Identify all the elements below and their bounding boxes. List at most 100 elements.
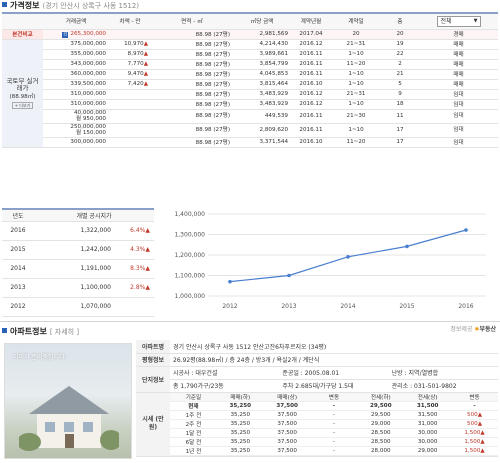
row-day: 1~10 — [331, 79, 381, 90]
apt-builder: 시공사 : 대우건설 — [170, 366, 280, 380]
year-cell: 2016 — [2, 221, 34, 241]
row-area: 88.98 (27평) — [151, 137, 233, 148]
table-row: 339,500,000 7,420▲ 88.98 (27평) 3,815,464… — [2, 79, 498, 90]
year-cell: 2014 — [2, 259, 34, 279]
market-row: 6달 전 35,250 37,500-28,500 30,000 1,500▲ — [170, 437, 498, 447]
header-per-m2: ㎡당 금액 — [233, 12, 291, 30]
apt-name-value: 경기 안산시 상록구 사동 1512 안산고잔6차푸르지오 (34평) — [170, 340, 498, 354]
row-price: 300,000,000 — [43, 137, 109, 148]
source-credit: 정보제공 ✸부동산 — [450, 324, 496, 333]
row-diff — [109, 89, 151, 100]
row-type: 임대 — [419, 123, 498, 138]
up-arrow-icon: ▲ — [143, 51, 148, 57]
row-ym: 2016.10 — [291, 137, 331, 148]
table-row: 250,000,000 월 150,000 88.98 (27평) 2,809,6… — [2, 123, 498, 138]
base-per-m2: 2,981,569 — [233, 29, 291, 40]
value-cell: 1,070,000 — [34, 297, 114, 317]
table-row: 355,000,000 8,970▲ 88.98 (27평) 3,989,661… — [2, 49, 498, 60]
row-ym: 2016.11 — [291, 123, 331, 138]
header-floor: 층 — [381, 12, 419, 30]
chevron-down-icon: ▼ — [473, 17, 478, 24]
data-point — [464, 228, 468, 232]
header-price: 거래금액 — [43, 12, 109, 30]
row-area: 88.98 (27평) — [151, 89, 233, 100]
table-row: 310,000,000 88.98 (27평) 3,483,929 2016.1… — [2, 89, 498, 100]
apt-detail-link[interactable]: [ 자세히 ] — [50, 328, 79, 336]
row-area: 88.98 (27평) — [151, 99, 233, 110]
row-area: 88.98 (27평) — [151, 79, 233, 90]
appraisal-badge: 감 — [62, 31, 69, 38]
table-row: 300,000,000 88.98 (27평) 3,371,544 2016.1… — [2, 137, 498, 148]
apt-name-row: 아파트명 경기 안산시 상록구 사동 1512 안산고잔6차푸르지오 (34평) — [136, 340, 498, 354]
row-type: 매매 — [419, 39, 498, 50]
value-cell: 1,191,000 — [34, 259, 114, 279]
row-diff: 8,970▲ — [109, 49, 151, 60]
row-day: 21~30 — [331, 109, 381, 124]
table-row: 360,000,000 9,470▲ 88.98 (27평) 4,045,853… — [2, 69, 498, 80]
market-row: 1년 전 35,250 37,500-28,000 29,000 1,500▲ — [170, 446, 498, 455]
row-floor: 17 — [381, 137, 419, 148]
molit-area: (88.98㎡) — [9, 93, 36, 100]
row-diff: 9,470▲ — [109, 69, 151, 80]
pct-cell — [114, 297, 154, 317]
price-title-text: 가격정보 — [10, 1, 40, 10]
row-type: 임대 — [419, 89, 498, 100]
mh-sale-change: 변동 — [310, 392, 358, 402]
header-land-price: 개별 공시지가 — [34, 208, 154, 222]
y-tick-label: 1,400,000 — [174, 211, 205, 218]
pct-cell: 4.3%▲ — [114, 240, 154, 260]
header-diff: 차액 - 만 — [109, 12, 151, 30]
mh-date: 기준일 — [170, 392, 217, 402]
row-type: 매매 — [419, 79, 498, 90]
molit-group-cell: 국토부 실거래가 (88.98㎡) + 더보기 — [2, 39, 43, 148]
row-floor: 18 — [381, 99, 419, 110]
row-area: 88.98 (27평) — [151, 69, 233, 80]
row-type: 임대 — [419, 99, 498, 110]
row-per-m2: 3,989,661 — [233, 49, 291, 60]
market-row: 2주 전 35,250 37,500-29,000 31,000 500▲ — [170, 419, 498, 429]
row-day: 21~31 — [331, 89, 381, 100]
land-price-row: 2016 1,322,000 6.4%▲ — [2, 221, 154, 241]
data-point — [346, 255, 350, 259]
type-filter-select[interactable]: 전체 ▼ — [436, 15, 481, 27]
row-ym: 2016.12 — [291, 99, 331, 110]
header-area: 면적 - ㎡ — [151, 12, 233, 30]
row-diff: 7,420▲ — [109, 79, 151, 90]
row-floor: 9 — [381, 89, 419, 100]
base-row-label: 본건비교 — [2, 29, 43, 40]
mh-sale-low: 매매(하) — [216, 392, 264, 402]
row-price: 310,000,000 — [43, 99, 109, 110]
base-type: 경매 — [419, 29, 498, 40]
up-arrow-icon: ▲ — [143, 71, 148, 77]
apt-market-row: 시세 (만원) 기준일 매매(하) 매매(상) 변동 전세(하) 전세(상) 변… — [136, 392, 498, 457]
header-year: 년도 — [2, 208, 34, 222]
up-arrow-icon: ▲ — [480, 429, 485, 436]
market-price-table: 기준일 매매(하) 매매(상) 변동 전세(하) 전세(상) 변동 현재 35,2… — [170, 392, 498, 455]
up-arrow-icon: ▲ — [143, 41, 148, 47]
bullet-square-icon — [2, 328, 7, 333]
bullet-square-icon — [2, 2, 7, 7]
row-ym: 2016.12 — [291, 39, 331, 50]
row-per-m2: 3,854,799 — [233, 59, 291, 70]
source-text: 정보제공 — [450, 326, 473, 333]
year-cell: 2012 — [2, 297, 34, 317]
y-tick-label: 1,000,000 — [174, 293, 205, 300]
price-header-row: 거래금액 차액 - 만 면적 - ㎡ ㎡당 금액 계약년월 계약일 층 전체 ▼ — [2, 12, 498, 30]
row-ym: 2016.11 — [291, 59, 331, 70]
type-filter-cell: 전체 ▼ — [419, 12, 498, 30]
price-table: 거래금액 차액 - 만 면적 - ㎡ ㎡당 금액 계약년월 계약일 층 전체 ▼ … — [2, 12, 498, 148]
row-per-m2: 3,371,544 — [233, 137, 291, 148]
y-tick-label: 1,300,000 — [174, 232, 205, 239]
house-illustration-icon — [19, 386, 119, 451]
row-price: 40,000,000 월 950,000 — [43, 109, 109, 124]
row-ym: 2016.12 — [291, 89, 331, 100]
x-tick-label: 2016 — [458, 303, 473, 310]
row-type: 임대 — [419, 137, 498, 148]
row-price: 343,000,000 — [43, 59, 109, 70]
more-button[interactable]: + 더보기 — [11, 101, 34, 109]
x-tick-label: 2014 — [340, 303, 355, 310]
x-tick-label: 2015 — [399, 303, 414, 310]
row-diff: 7,770▲ — [109, 59, 151, 70]
row-day: 1~10 — [331, 99, 381, 110]
mh-jeonse-low: 전세(하) — [357, 392, 405, 402]
